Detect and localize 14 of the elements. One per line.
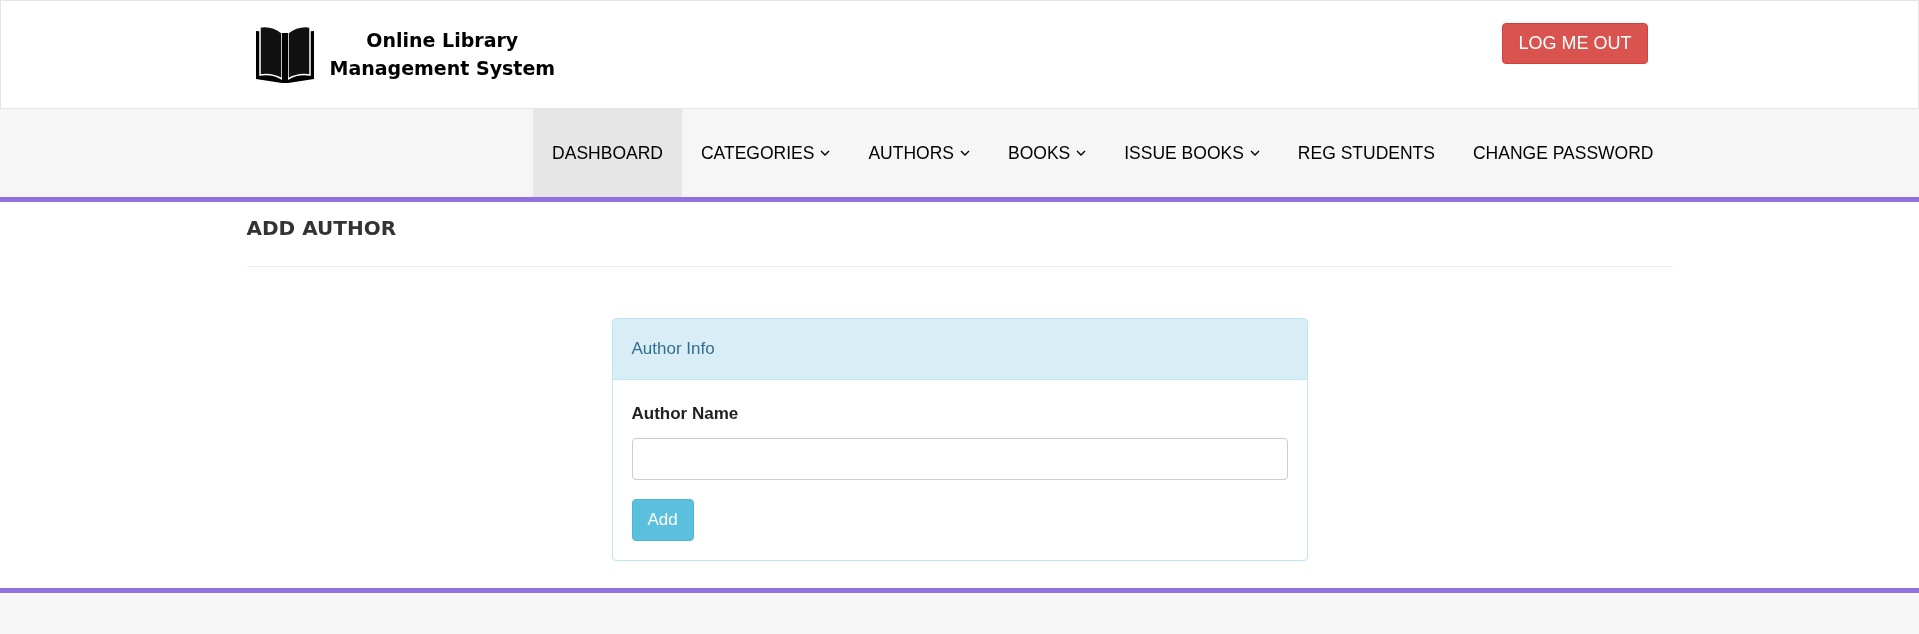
author-name-input[interactable]: [631, 438, 1288, 480]
nav-link[interactable]: REG STUDENTS: [1278, 109, 1454, 197]
nav-link[interactable]: CHANGE PASSWORD: [1453, 109, 1673, 197]
brand-subtitle: Management System: [329, 56, 556, 81]
logout-button[interactable]: LOG ME OUT: [1502, 23, 1648, 64]
panel-heading: Author Info: [631, 339, 715, 359]
brand-title: Online Library: [366, 28, 519, 53]
nav-link[interactable]: CATEGORIES: [681, 109, 850, 197]
nav-link[interactable]: DASHBOARD: [533, 109, 682, 197]
nav-link[interactable]: AUTHORS: [849, 109, 989, 197]
nav-link[interactable]: ISSUE BOOKS: [1105, 109, 1279, 197]
page-title: ADD AUTHOR: [246, 216, 398, 240]
field-label: Author Name: [631, 404, 739, 424]
nav-link[interactable]: BOOKS: [989, 109, 1106, 197]
